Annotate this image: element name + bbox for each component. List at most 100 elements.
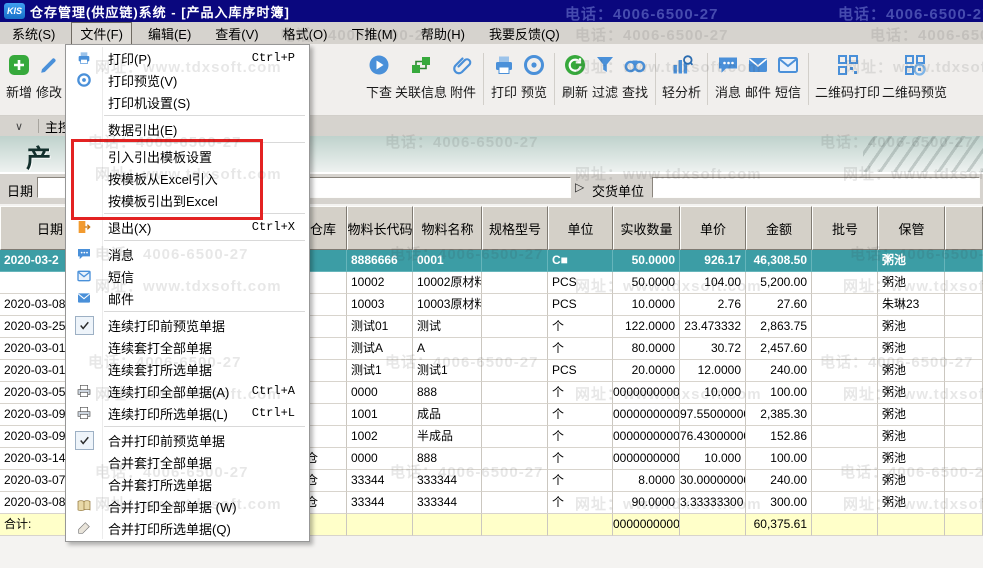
cell-price: 97.55000000 (680, 404, 746, 426)
file-menu-item[interactable]: 连续打印全部单据(A)Ctrl+A (66, 380, 309, 402)
cell-unit: 个 (548, 426, 613, 448)
column-header-batch[interactable]: 批号 (812, 206, 878, 250)
toolbar-button-message[interactable]: 消息 (714, 51, 742, 101)
toolbar-button-find[interactable]: 查找 (621, 51, 649, 101)
total-cell-qty: 0000000000 (613, 514, 680, 536)
toolbar-button-add[interactable]: 新增 (5, 51, 33, 101)
cell-batch (812, 470, 878, 492)
cell-name: 测试1 (413, 360, 482, 382)
cell-unit: C■ (548, 250, 613, 272)
cell-batch (812, 316, 878, 338)
cell-name: 半成品 (413, 426, 482, 448)
cell-qty: 50.0000 (613, 250, 680, 272)
cell-extra (945, 426, 983, 448)
cell-spec (482, 492, 548, 514)
delivery-unit-input[interactable] (652, 177, 980, 198)
cell-spec (482, 360, 548, 382)
cell-qty: 0000000000 (613, 404, 680, 426)
cell-unit: 个 (548, 338, 613, 360)
cell-unit: PCS (548, 360, 613, 382)
edit-icon (35, 51, 63, 79)
cell-code: 0000 (347, 382, 413, 404)
toolbar-button-edit[interactable]: 修改 (35, 51, 63, 101)
column-header-spec[interactable]: 规格型号 (482, 206, 548, 250)
window-title: 仓存管理(供应链)系统 - [产品入库序时簿] (30, 2, 290, 21)
toolbar-button-qr-print[interactable]: 二维码打印 (815, 51, 880, 101)
column-header-qty[interactable]: 实收数量 (613, 206, 680, 250)
file-menu-item[interactable]: 连续打印前预览单据 (66, 314, 309, 336)
menubar-item[interactable]: 编辑(E) (140, 23, 199, 44)
cell-unit: 个 (548, 404, 613, 426)
toolbar-button-sms[interactable]: 短信 (774, 51, 802, 101)
file-menu-item[interactable]: 短信 (66, 265, 309, 287)
column-header-keeper[interactable]: 保管 (878, 206, 945, 250)
file-menu-item[interactable]: 打印机设置(S) (66, 91, 309, 113)
cell-spec (482, 404, 548, 426)
toolbar-button-label: 二维码预览 (882, 82, 947, 101)
file-menu-item[interactable]: 合并打印前预览单据 (66, 429, 309, 451)
file-menu-item[interactable]: 打印(P)Ctrl+P (66, 47, 309, 69)
cell-price: 104.00 (680, 272, 746, 294)
menu-item-label: 退出(X) (102, 218, 252, 237)
cell-qty: 122.0000 (613, 316, 680, 338)
menubar-item[interactable]: 帮助(H) (413, 23, 473, 44)
filter-icon (591, 51, 619, 79)
file-menu-item[interactable]: 合并套打所选单据 (66, 473, 309, 495)
toolbar-button-attachment[interactable]: 附件 (449, 51, 477, 101)
cell-code: 10003 (347, 294, 413, 316)
cell-spec (482, 294, 548, 316)
toolbar-button-print[interactable]: 打印 (490, 51, 518, 101)
menu-message-icon (66, 246, 102, 262)
toolbar-button-preview[interactable]: 预览 (520, 51, 548, 101)
expand-arrow-icon[interactable]: ▷ (575, 180, 584, 194)
menubar-item[interactable]: 系统(S) (4, 23, 63, 44)
toolbar-button-qr-preview[interactable]: 二维码预览 (882, 51, 947, 101)
file-menu-item[interactable]: 消息 (66, 243, 309, 265)
file-menu-item[interactable]: 合并打印全部单据 (W) (66, 495, 309, 517)
toolbar-button-mail[interactable]: 邮件 (744, 51, 772, 101)
column-header-extra[interactable] (945, 206, 983, 250)
column-header-code[interactable]: 物料长代码 (347, 206, 413, 250)
cell-price: 30.72 (680, 338, 746, 360)
file-menu-item[interactable]: 打印预览(V) (66, 69, 309, 91)
cell-name: 10003原材料 (413, 294, 482, 316)
cell-spec (482, 316, 548, 338)
menu-printer-icon (66, 383, 102, 399)
cell-keeper: 粥池 (878, 360, 945, 382)
column-header-unit[interactable]: 单位 (548, 206, 613, 250)
cell-unit: 个 (548, 382, 613, 404)
toolbar-button-refresh[interactable]: 刷新 (561, 51, 589, 101)
toolbar-button-filter[interactable]: 过滤 (591, 51, 619, 101)
menubar-item[interactable]: 查看(V) (207, 23, 266, 44)
column-header-price[interactable]: 单价 (680, 206, 746, 250)
column-header-amount[interactable]: 金额 (746, 206, 812, 250)
menu-item-label: 连续打印所选单据(L) (102, 404, 252, 423)
cell-qty: 10.0000 (613, 294, 680, 316)
file-menu-item[interactable]: 连续套打所选单据 (66, 358, 309, 380)
column-header-name[interactable]: 物料名称 (413, 206, 482, 250)
total-cell-name (413, 514, 482, 536)
file-menu-item[interactable]: 数据引出(E) (66, 118, 309, 140)
chevron-down-icon[interactable]: ∨ (6, 118, 32, 134)
file-menu-item[interactable]: 连续打印所选单据(L)Ctrl+L (66, 402, 309, 424)
menubar-item[interactable]: 格式(O) (275, 23, 336, 44)
toolbar-button-related-info[interactable]: 关联信息 (395, 51, 447, 101)
file-menu-item[interactable]: 邮件 (66, 287, 309, 309)
cell-qty: 8.0000 (613, 470, 680, 492)
toolbar-button-analysis[interactable]: 轻分析 (662, 51, 701, 101)
toolbar-separator (483, 53, 484, 105)
file-menu-item[interactable]: 合并套打全部单据 (66, 451, 309, 473)
title-bar: KIS 仓存管理(供应链)系统 - [产品入库序时簿] (0, 0, 983, 22)
menubar-item[interactable]: 文件(F) (71, 22, 132, 45)
menubar-item[interactable]: 我要反馈(Q) (481, 23, 568, 44)
cell-code: 测试A (347, 338, 413, 360)
red-highlight-box (71, 139, 263, 220)
menubar-item[interactable]: 下推(M) (343, 23, 405, 44)
menu-separator (104, 240, 305, 241)
cell-code: 0000 (347, 448, 413, 470)
cell-batch (812, 382, 878, 404)
cell-batch (812, 448, 878, 470)
toolbar-button-down-search[interactable]: 下查 (365, 51, 393, 101)
file-menu-item[interactable]: 合并打印所选单据(Q) (66, 517, 309, 539)
file-menu-item[interactable]: 连续套打全部单据 (66, 336, 309, 358)
